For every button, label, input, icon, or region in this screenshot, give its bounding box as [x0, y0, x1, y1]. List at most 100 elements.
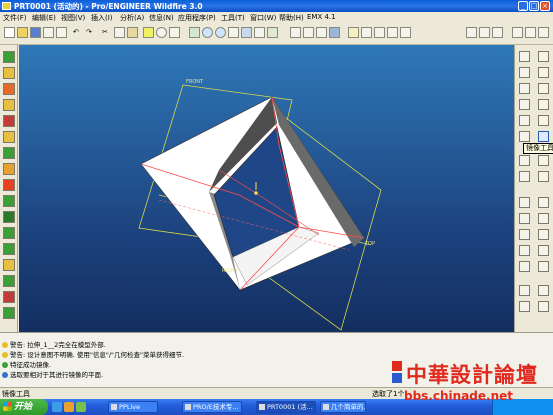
wrap-tool-icon[interactable]: [538, 171, 549, 182]
menu-view[interactable]: 视图(V): [61, 13, 85, 23]
model-canvas[interactable]: FRONT TOP RIGHT: [19, 45, 514, 332]
datum-planes-icon[interactable]: [348, 27, 359, 38]
round-icon[interactable]: [3, 131, 15, 143]
menu-window[interactable]: 窗口(W): [250, 13, 276, 23]
menu-insert[interactable]: 插入(I): [91, 13, 113, 23]
menu-tools[interactable]: 工具(T): [221, 13, 245, 23]
zoom-out-icon[interactable]: [215, 27, 226, 38]
rib-tool-icon[interactable]: [519, 197, 530, 208]
merge-icon[interactable]: [3, 307, 15, 319]
mirror-tool-icon[interactable]: [538, 131, 549, 142]
annotations-icon[interactable]: [400, 27, 411, 38]
chamfer-tool-icon[interactable]: [538, 213, 549, 224]
task-pplive[interactable]: PPLive: [108, 401, 158, 413]
extend-tool-icon[interactable]: [538, 115, 549, 126]
csys-icon[interactable]: [387, 27, 398, 38]
help-icon[interactable]: [492, 27, 503, 38]
settings-icon[interactable]: [538, 27, 549, 38]
no-hidden-icon[interactable]: [316, 27, 327, 38]
shell-tool-icon[interactable]: [519, 229, 530, 240]
datum-points-icon[interactable]: [374, 27, 385, 38]
menu-info[interactable]: 信息(N): [149, 13, 174, 23]
search-icon[interactable]: [156, 27, 167, 38]
sweep-tool-icon[interactable]: [519, 301, 530, 312]
refit-icon[interactable]: [228, 27, 239, 38]
blend-tool-icon[interactable]: [538, 301, 549, 312]
menu-help[interactable]: 帮助(H): [279, 13, 304, 23]
draft-icon[interactable]: [3, 115, 15, 127]
quicklaunch-media-icon[interactable]: [76, 402, 86, 412]
revolve-icon[interactable]: [3, 211, 15, 223]
maximize-button[interactable]: □: [529, 1, 539, 11]
open-icon[interactable]: [17, 27, 28, 38]
filter-icon[interactable]: [525, 27, 536, 38]
print-icon[interactable]: [43, 27, 54, 38]
style-icon[interactable]: [3, 259, 15, 271]
select-icon[interactable]: [169, 27, 180, 38]
context-help-icon[interactable]: [512, 27, 523, 38]
menu-analysis[interactable]: 分析(A): [120, 13, 144, 23]
zoom-in-icon[interactable]: [202, 27, 213, 38]
layers-icon[interactable]: [267, 27, 278, 38]
analysis-tool-icon[interactable]: [538, 83, 549, 94]
solidify-tool-icon[interactable]: [538, 261, 549, 272]
offset-tool-icon[interactable]: [538, 99, 549, 110]
menu-file[interactable]: 文件(F): [3, 13, 27, 23]
draft-tool-icon[interactable]: [538, 197, 549, 208]
quicklaunch-desktop-icon[interactable]: [64, 402, 74, 412]
trim-tool-icon[interactable]: [519, 115, 530, 126]
paste-icon[interactable]: [127, 27, 138, 38]
new-icon[interactable]: [4, 27, 15, 38]
blend-icon[interactable]: [3, 179, 15, 191]
menu-edit[interactable]: 编辑(E): [32, 13, 56, 23]
sweep-icon[interactable]: [3, 163, 15, 175]
thicken-tool-icon[interactable]: [519, 261, 530, 272]
hole-tool-icon[interactable]: [538, 229, 549, 240]
orient-icon[interactable]: [241, 27, 252, 38]
redo-icon[interactable]: ↷: [85, 27, 96, 38]
pattern-tool-icon[interactable]: [519, 245, 530, 256]
shading-icon[interactable]: [329, 27, 340, 38]
cut-icon[interactable]: ✂: [101, 27, 112, 38]
csys-tool-icon[interactable]: [519, 83, 530, 94]
intersect-tool-icon[interactable]: [538, 155, 549, 166]
extrude-icon[interactable]: [3, 195, 15, 207]
close-window-icon[interactable]: [466, 27, 477, 38]
repaint-icon[interactable]: [189, 27, 200, 38]
task-browser-2[interactable]: 几个简单的...: [320, 401, 366, 413]
model-tree-icon[interactable]: [479, 27, 490, 38]
extrude-tool-icon[interactable]: [519, 285, 530, 296]
sketch-tool-icon[interactable]: [519, 99, 530, 110]
close-button[interactable]: ×: [540, 1, 550, 11]
graphics-viewport[interactable]: FRONT TOP RIGHT: [19, 45, 514, 332]
start-button[interactable]: 开始: [0, 399, 48, 415]
datum-plane-tool-icon[interactable]: [519, 51, 530, 62]
hidden-line-icon[interactable]: [303, 27, 314, 38]
minimize-button[interactable]: _: [518, 1, 528, 11]
menu-emx[interactable]: EMX 4.1: [307, 13, 336, 21]
task-proe-forum[interactable]: PRO/E技术专...: [182, 401, 242, 413]
project-tool-icon[interactable]: [519, 171, 530, 182]
copy-icon[interactable]: [114, 27, 125, 38]
saved-views-icon[interactable]: [254, 27, 265, 38]
round-tool-icon[interactable]: [519, 213, 530, 224]
undo-icon[interactable]: ↶: [72, 27, 83, 38]
copy-tool-icon[interactable]: [538, 245, 549, 256]
menu-applications[interactable]: 应用程序(P): [178, 13, 216, 23]
merge-tool-icon[interactable]: [519, 155, 530, 166]
thicken-icon[interactable]: [3, 275, 15, 287]
email-icon[interactable]: [56, 27, 67, 38]
pattern-icon[interactable]: [3, 291, 15, 303]
wireframe-icon[interactable]: [290, 27, 301, 38]
revolve-tool-icon[interactable]: [538, 285, 549, 296]
datum-point-tool-icon[interactable]: [538, 67, 549, 78]
datum-axes-icon[interactable]: [361, 27, 372, 38]
boundary-blend-icon[interactable]: [3, 243, 15, 255]
chamfer-icon[interactable]: [3, 147, 15, 159]
variable-sweep-icon[interactable]: [3, 227, 15, 239]
datum-axis-tool-icon[interactable]: [538, 51, 549, 62]
regenerate-icon[interactable]: [143, 27, 154, 38]
curve-tool-icon[interactable]: [519, 131, 530, 142]
quicklaunch-ie-icon[interactable]: [52, 402, 62, 412]
rib-icon[interactable]: [3, 99, 15, 111]
